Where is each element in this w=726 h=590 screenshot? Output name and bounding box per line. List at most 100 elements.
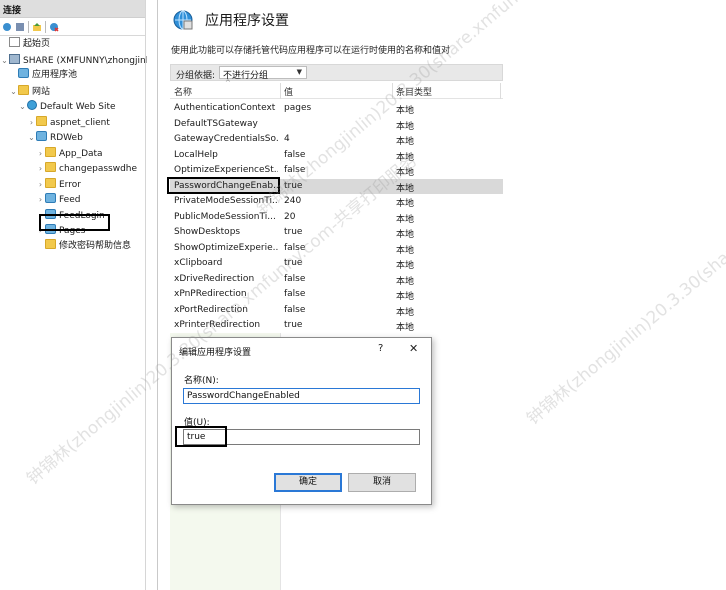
save-icon[interactable] xyxy=(15,22,25,32)
expander-chevron-icon[interactable]: ⌄ xyxy=(9,84,18,99)
setting-type-cell: 本地 xyxy=(396,183,415,194)
expander-chevron-icon[interactable]: ⌄ xyxy=(0,53,9,68)
page-title: 应用程序设置 xyxy=(205,13,289,29)
cancel-button[interactable]: 取消 xyxy=(348,473,416,492)
annotation-highlight-pages xyxy=(39,214,110,231)
setting-row[interactable]: xClipboard true 本地 xyxy=(170,256,503,272)
setting-row[interactable]: ShowOptimizeExperie... false 本地 xyxy=(170,241,503,257)
setting-type-cell: 本地 xyxy=(396,152,415,163)
column-divider[interactable] xyxy=(280,83,281,99)
tree-item[interactable]: › changepasswdhe xyxy=(36,161,137,176)
tree-item[interactable]: 修改密码帮助信息 xyxy=(36,238,132,254)
setting-row[interactable]: LocalHelp false 本地 xyxy=(170,148,503,164)
tree-item[interactable]: ⌄ 网站 xyxy=(9,84,50,99)
setting-type-cell: 本地 xyxy=(396,199,415,209)
annotation-highlight-selected-setting xyxy=(167,177,280,194)
help-button[interactable]: ? xyxy=(378,343,383,354)
column-header-value[interactable]: 值 xyxy=(284,85,293,98)
connections-toolbar xyxy=(0,18,145,36)
setting-value-cell: true xyxy=(284,320,303,330)
setting-name-cell: LocalHelp xyxy=(174,149,218,160)
tree-item-label: SHARE (XMFUNNY\zhongjinlin xyxy=(23,55,157,66)
setting-value-cell: false xyxy=(284,289,306,299)
delete-connection-icon[interactable] xyxy=(49,22,59,32)
tree-item[interactable]: 起始页 xyxy=(0,37,50,52)
tree-item[interactable]: 应用程序池 xyxy=(9,68,77,83)
setting-row[interactable]: PrivateModeSessionTi... 240 本地 xyxy=(170,194,503,210)
setting-value-cell: false xyxy=(284,304,306,315)
name-field[interactable]: PasswordChangeEnabled xyxy=(183,388,420,404)
tree-item-label: 网站 xyxy=(32,86,51,97)
setting-row[interactable]: xPrinterRedirection true 本地 xyxy=(170,318,503,334)
expander-chevron-icon[interactable]: › xyxy=(36,177,45,192)
tree-item[interactable]: ⌄ Default Web Site xyxy=(18,99,116,114)
setting-value-cell: 4 xyxy=(284,134,290,144)
iis-manager-window: 连接 起始页 ⌄ SHARE (XMFUNNY\zhongjinlin 应用程序池 ⌄ 网… xyxy=(0,0,726,590)
setting-type-cell: 本地 xyxy=(396,261,415,271)
tree-item-label: 修改密码帮助信息 xyxy=(59,240,132,251)
setting-type-cell: 本地 xyxy=(396,230,415,240)
tree-item[interactable]: › Feed xyxy=(36,192,80,207)
setting-value-cell: 240 xyxy=(284,196,302,206)
expander-chevron-icon[interactable]: › xyxy=(36,146,45,161)
tree-item[interactable]: › App_Data xyxy=(36,146,103,161)
setting-row[interactable]: GatewayCredentialsSo... 4 本地 xyxy=(170,132,503,148)
expander-chevron-icon[interactable]: › xyxy=(36,192,45,207)
setting-name-cell: AuthenticationContext xyxy=(174,103,276,113)
setting-name-cell: GatewayCredentialsSo... xyxy=(174,134,278,144)
folder-icon xyxy=(45,177,56,188)
setting-row[interactable]: DefaultTSGateway 本地 xyxy=(170,117,503,133)
column-header-entry-type[interactable]: 条目类型 xyxy=(396,85,432,98)
group-by-select[interactable]: 不进行分组 ▼ xyxy=(219,66,307,81)
setting-name-cell: DefaultTSGateway xyxy=(174,118,258,129)
expander-chevron-icon[interactable]: ⌄ xyxy=(27,130,36,145)
tree-item-label: Default Web Site xyxy=(40,102,116,112)
tree-item[interactable]: › aspnet_client xyxy=(27,115,110,130)
setting-type-cell: 本地 xyxy=(396,245,415,256)
tree-item[interactable]: › Error xyxy=(36,177,81,192)
column-header-name[interactable]: 名称 xyxy=(174,85,192,98)
tree-item-label: 起始页 xyxy=(23,39,51,49)
sort-indicator-icon: ^ xyxy=(225,79,231,87)
connect-icon[interactable] xyxy=(2,22,12,32)
setting-row[interactable]: AuthenticationContext pages 本地 xyxy=(170,101,503,117)
folder-icon xyxy=(36,115,47,126)
setting-value-cell: pages xyxy=(284,103,312,113)
setting-value-cell: true xyxy=(284,227,303,237)
setting-value-cell: true xyxy=(284,258,303,268)
grid-header: 名称 ^ 值 条目类型 xyxy=(170,79,503,99)
group-by-bar: 分组依据: 不进行分组 ▼ xyxy=(170,64,503,81)
tree-item[interactable]: ⌄ SHARE (XMFUNNY\zhongjinlin xyxy=(0,53,156,68)
setting-name-cell: PrivateModeSessionTi... xyxy=(174,196,278,206)
setting-type-cell: 本地 xyxy=(396,168,415,178)
tree-item-label: App_Data xyxy=(59,148,103,159)
up-folder-icon[interactable] xyxy=(32,22,42,32)
column-divider-3[interactable] xyxy=(500,83,501,99)
setting-row[interactable]: ShowDesktops true 本地 xyxy=(170,225,503,241)
setting-type-cell: 本地 xyxy=(396,106,415,116)
tree-item[interactable]: ⌄ RDWeb xyxy=(27,130,83,145)
setting-name-cell: OptimizeExperienceSt... xyxy=(174,165,278,175)
page-description: 使用此功能可以存储托管代码应用程序可以在运行时使用的名称和值对 xyxy=(171,46,451,56)
expander-chevron-icon[interactable]: ⌄ xyxy=(18,99,27,114)
app-settings-globe-icon xyxy=(172,9,194,31)
setting-type-cell: 本地 xyxy=(396,276,415,287)
web-app-icon xyxy=(45,193,56,203)
column-divider-2[interactable] xyxy=(392,83,393,99)
setting-name-cell: xClipboard xyxy=(174,258,223,268)
expander-chevron-icon[interactable]: › xyxy=(27,115,36,130)
folder-icon xyxy=(45,238,56,249)
setting-row[interactable]: xPnPRedirection false 本地 xyxy=(170,287,503,303)
setting-row[interactable]: PublicModeSessionTi... 20 本地 xyxy=(170,210,503,226)
setting-name-cell: xDriveRedirection xyxy=(174,273,255,284)
name-label: 名称(N): xyxy=(184,376,219,386)
setting-row[interactable]: xDriveRedirection false 本地 xyxy=(170,272,503,288)
ok-button[interactable]: 确定 xyxy=(274,473,342,492)
close-icon[interactable]: ✕ xyxy=(409,342,418,355)
setting-type-cell: 本地 xyxy=(396,137,415,147)
setting-value-cell: false xyxy=(284,273,306,284)
dropdown-arrow-icon: ▼ xyxy=(296,68,302,76)
setting-value-cell: true xyxy=(284,180,303,191)
setting-row[interactable]: xPortRedirection false 本地 xyxy=(170,303,503,319)
expander-chevron-icon[interactable]: › xyxy=(36,161,45,176)
